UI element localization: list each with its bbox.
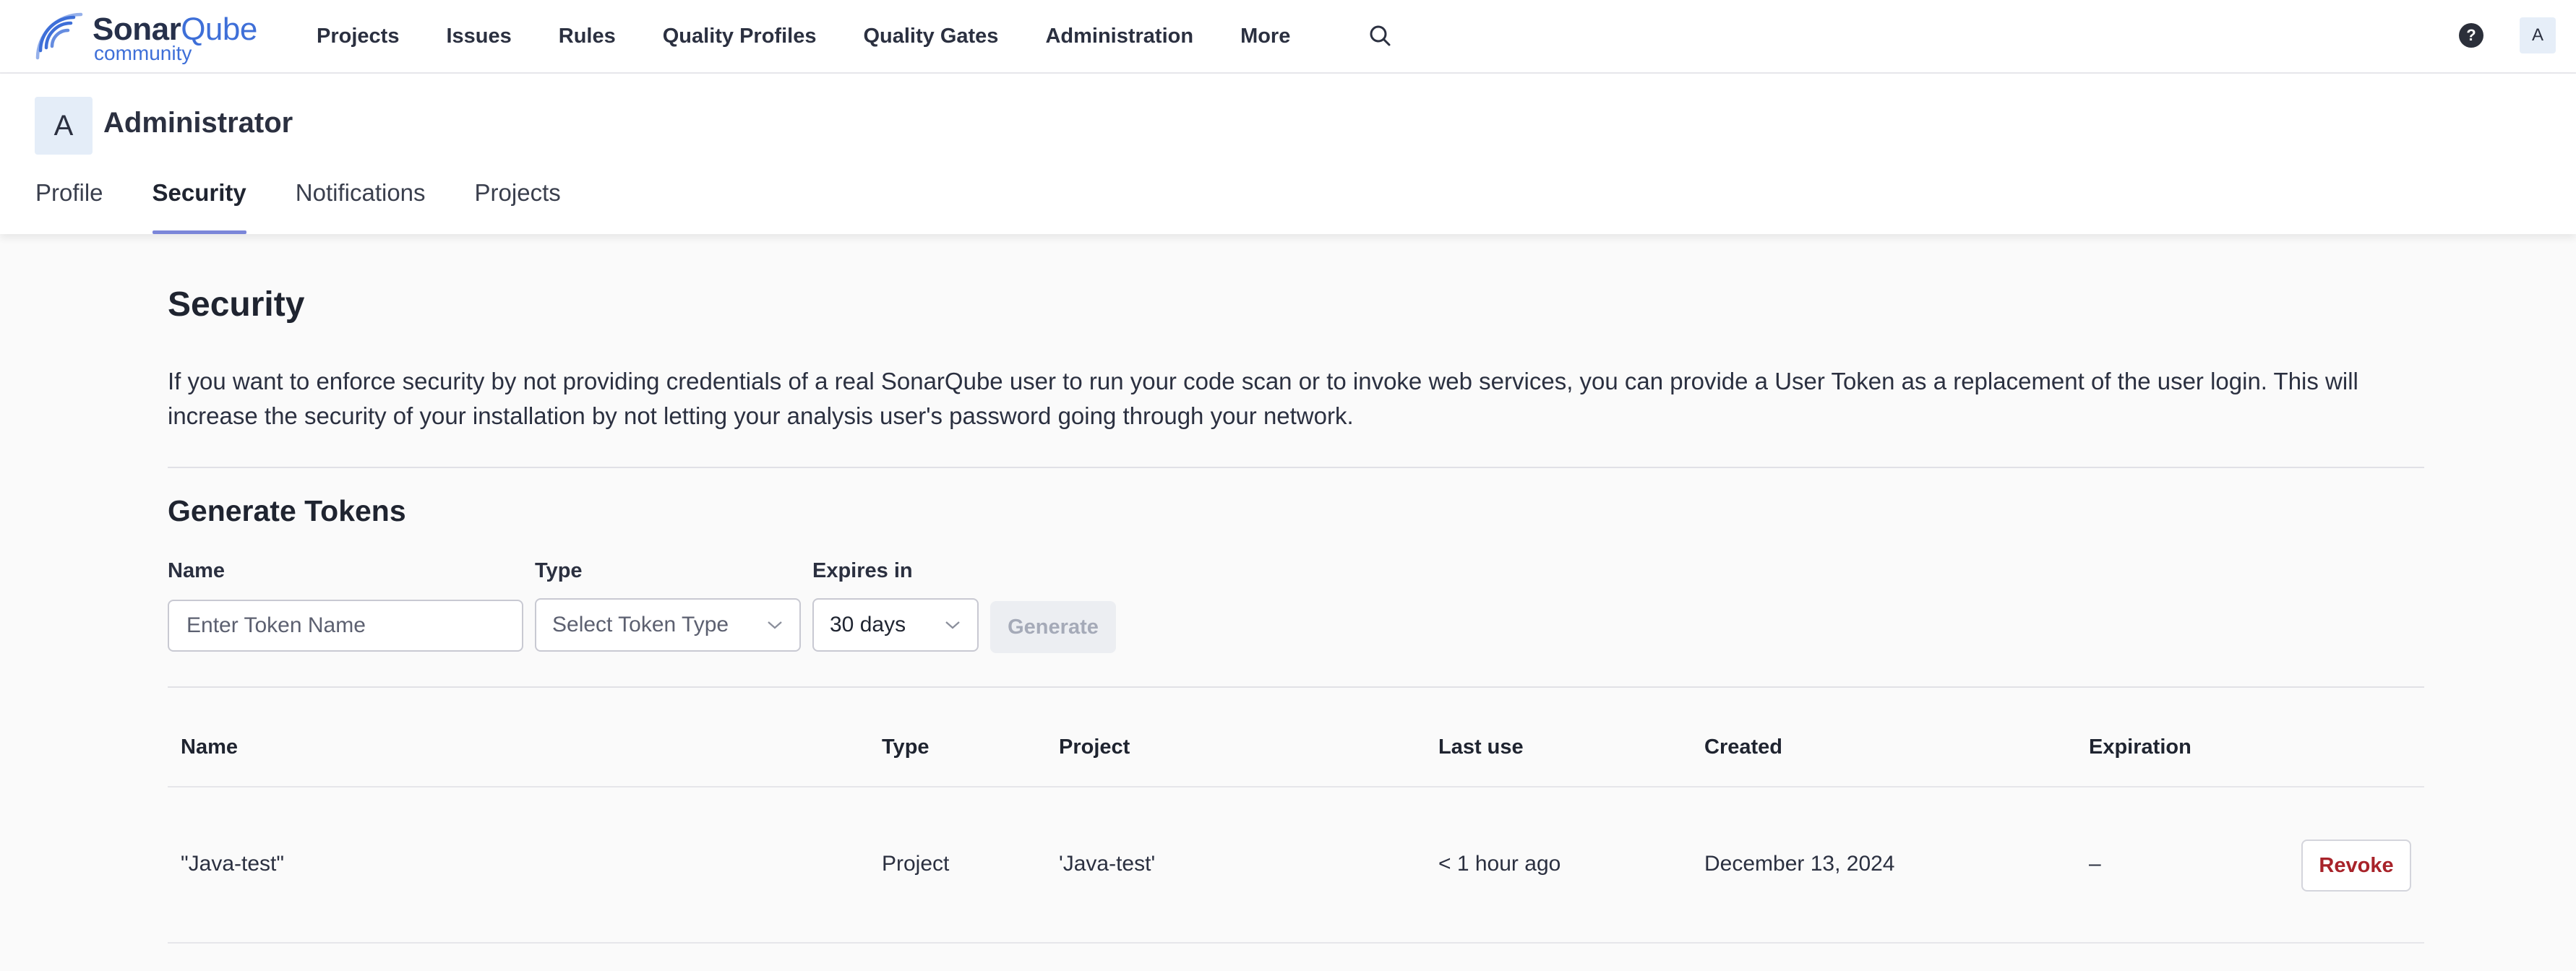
column-header-last-use: Last use (1438, 735, 1524, 759)
nav-projects[interactable]: Projects (317, 25, 399, 48)
security-intro-text: If you want to enforce security by not p… (168, 368, 2358, 429)
column-header-name: Name (181, 735, 238, 759)
tab-notifications[interactable]: Notifications (296, 179, 426, 234)
divider (168, 686, 2424, 688)
chevron-down-icon (945, 621, 960, 629)
divider (168, 942, 2424, 944)
token-expiration-cell: – (2089, 852, 2101, 876)
chevron-down-icon (768, 621, 782, 629)
column-header-expiration: Expiration (2089, 735, 2191, 759)
nav-quality-profiles[interactable]: Quality Profiles (663, 25, 817, 48)
main-nav: Projects Issues Rules Quality Profiles Q… (317, 0, 1337, 72)
token-created-cell: December 13, 2024 (1704, 852, 1895, 876)
nav-administration[interactable]: Administration (1045, 25, 1193, 48)
page-title: Security (168, 285, 305, 324)
brand-edition: community (94, 42, 192, 64)
sonarqube-logo-icon (35, 12, 83, 60)
help-icon[interactable]: ? (2459, 23, 2483, 48)
generate-button[interactable]: Generate (990, 601, 1116, 653)
sonarqube-logo[interactable]: SonarQube community (33, 9, 257, 64)
top-navbar: SonarQube community Projects Issues Rule… (0, 0, 2576, 74)
token-type-select[interactable]: Select Token Type (535, 598, 801, 652)
account-header: A Administrator Profile Security Notific… (0, 74, 2576, 234)
nav-issues[interactable]: Issues (446, 25, 511, 48)
search-icon[interactable] (1366, 22, 1395, 51)
nav-quality-gates[interactable]: Quality Gates (863, 25, 998, 48)
nav-rules[interactable]: Rules (559, 25, 616, 48)
token-name-cell: "Java-test" (181, 852, 285, 876)
expires-in-select[interactable]: 30 days (812, 598, 979, 652)
tab-security[interactable]: Security (152, 179, 247, 234)
divider (168, 786, 2424, 787)
nav-more[interactable]: More (1240, 25, 1290, 48)
token-type-label: Type (535, 559, 583, 582)
token-type-placeholder: Select Token Type (552, 613, 729, 636)
divider (168, 467, 2424, 468)
account-name: Administrator (103, 107, 293, 139)
revoke-button[interactable]: Revoke (2301, 840, 2411, 892)
token-type-cell: Project (882, 852, 950, 876)
expires-in-value: 30 days (830, 613, 906, 636)
generate-tokens-title: Generate Tokens (168, 494, 406, 527)
token-name-input[interactable] (168, 600, 523, 652)
token-last-use-cell: < 1 hour ago (1438, 852, 1561, 876)
user-avatar-button[interactable]: A (2520, 17, 2556, 53)
column-header-type: Type (882, 735, 929, 759)
expires-in-label: Expires in (812, 559, 913, 582)
account-avatar: A (35, 97, 93, 155)
account-tabs: Profile Security Notifications Projects (35, 179, 610, 234)
tab-profile[interactable]: Profile (35, 179, 103, 234)
tab-projects[interactable]: Projects (475, 179, 561, 234)
token-name-label: Name (168, 559, 225, 582)
token-project-cell: 'Java-test' (1059, 852, 1156, 876)
column-header-created: Created (1704, 735, 1782, 759)
column-header-project: Project (1059, 735, 1130, 759)
